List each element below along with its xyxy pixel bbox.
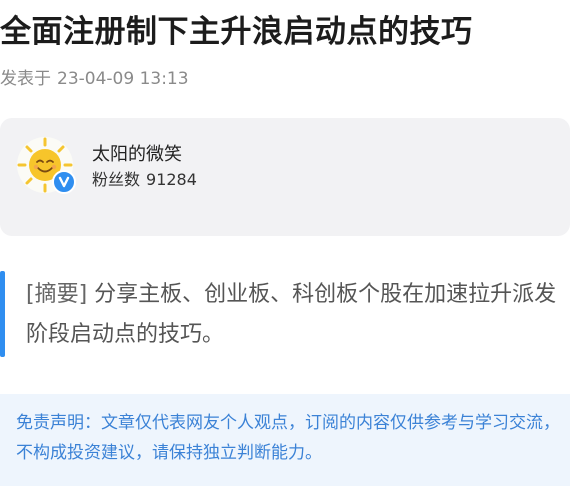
- article-title: 全面注册制下主升浪启动点的技巧: [0, 14, 473, 50]
- fans-count: 91284: [146, 170, 197, 189]
- disclaimer-box: 免责声明：文章仅代表网友个人观点，订阅的内容仅供参考与学习交流，不构成投资建议，…: [0, 394, 570, 486]
- author-name[interactable]: 太阳的微笑: [92, 140, 182, 166]
- verified-v-icon: [52, 170, 76, 194]
- disclaimer-text: 免责声明：文章仅代表网友个人观点，订阅的内容仅供参考与学习交流，不构成投资建议，…: [16, 413, 560, 463]
- publish-meta: 发表于 23-04-09 13:13: [0, 64, 189, 89]
- summary-text-block: [摘要] 分享主板、创业板、科创板个股在加速拉升派发阶段启动点的技巧。: [26, 275, 566, 355]
- summary-accent-bar: [0, 271, 5, 357]
- author-card[interactable]: 太阳的微笑 粉丝数 91284: [0, 118, 570, 236]
- publish-time: 23-04-09 13:13: [57, 69, 189, 89]
- publish-label: 发表于: [0, 69, 51, 89]
- summary-tag: [摘要]: [26, 282, 88, 307]
- article-summary: [摘要] 分享主板、创业板、科创板个股在加速拉升派发阶段启动点的技巧。: [0, 271, 570, 357]
- summary-text: 分享主板、创业板、科创板个股在加速拉升派发阶段启动点的技巧。: [26, 282, 557, 347]
- fans-label: 粉丝数: [92, 170, 141, 189]
- fans-info: 粉丝数 91284: [92, 166, 197, 190]
